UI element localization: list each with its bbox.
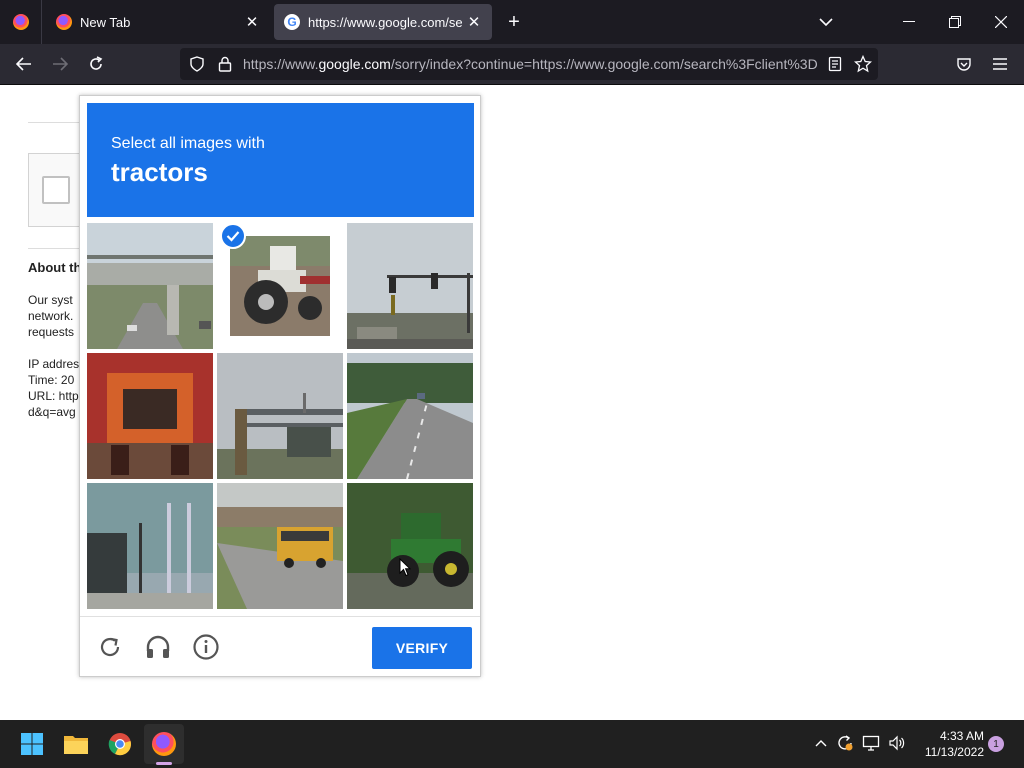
captcha-tile-highway-sign[interactable] [217, 353, 343, 479]
clock[interactable]: 4:33 AM 11/13/2022 [912, 728, 984, 760]
bookmark-star-icon[interactable] [851, 52, 875, 76]
pocket-button[interactable] [950, 50, 978, 78]
clock-date: 11/13/2022 [924, 745, 984, 759]
close-window-button[interactable] [978, 0, 1024, 44]
lock-icon[interactable] [213, 52, 237, 76]
captcha-tile-building[interactable] [87, 483, 213, 609]
captcha-tile-orange-tractor[interactable] [87, 353, 213, 479]
volume-icon[interactable] [886, 732, 908, 754]
page-text-line: Our syst [28, 293, 73, 307]
reload-icon [90, 56, 103, 70]
page-text-line: IP addres [28, 357, 80, 371]
captcha-tile-overpass[interactable] [87, 223, 213, 349]
page-text-line: network. [28, 309, 74, 323]
url-domain: google.com [318, 56, 391, 72]
tracking-protection-icon[interactable] [185, 52, 209, 76]
forward-button[interactable] [46, 50, 74, 78]
network-icon[interactable] [860, 732, 882, 754]
chevron-up-icon [815, 740, 827, 747]
active-app-indicator [156, 762, 172, 765]
file-explorer-icon [64, 736, 88, 754]
captcha-tile-school-bus[interactable] [217, 483, 343, 609]
windows-start-icon [21, 733, 43, 755]
close-tab-icon[interactable]: ✕ [462, 10, 486, 34]
new-tab-button[interactable]: + [500, 8, 528, 36]
forward-arrow-icon [53, 57, 68, 71]
start-button[interactable] [12, 724, 52, 764]
captcha-target-object: tractors [111, 157, 208, 187]
info-icon[interactable] [190, 631, 222, 663]
url-path: /sorry/index?continue=https://www.google… [390, 56, 817, 72]
notification-badge[interactable]: 1 [988, 736, 1004, 752]
reload-button[interactable] [82, 50, 110, 78]
page-text-line: requests [28, 325, 75, 339]
captcha-footer: VERIFY [80, 616, 480, 676]
file-explorer-button[interactable] [56, 724, 96, 764]
taskbar: 4:33 AM 11/13/2022 1 [0, 720, 1024, 768]
selected-check-icon [220, 223, 246, 249]
recaptcha-checkbox[interactable] [42, 176, 70, 204]
navigation-toolbar: https://www.google.com/sorry/index?conti… [0, 44, 1024, 85]
mouse-cursor-icon [399, 557, 412, 582]
sync-tray-icon[interactable] [834, 732, 856, 754]
verify-button[interactable]: VERIFY [372, 627, 472, 669]
google-icon: G [284, 14, 300, 30]
minimize-button[interactable] [886, 0, 932, 44]
page-text-line: URL: http [28, 389, 79, 403]
restore-button[interactable] [932, 0, 978, 44]
captcha-tile-road[interactable] [347, 353, 473, 479]
reload-icon[interactable] [94, 631, 126, 663]
chevron-down-icon [819, 18, 833, 27]
captcha-tile-green-tractor[interactable] [347, 483, 473, 609]
firefox-icon [152, 732, 176, 756]
app-menu-button[interactable] [986, 50, 1014, 78]
back-arrow-icon [16, 57, 31, 71]
reader-view-icon[interactable] [823, 52, 847, 76]
minimize-icon [903, 21, 915, 22]
show-hidden-icons-button[interactable] [810, 732, 832, 754]
captcha-instruction: Select all images with [111, 135, 265, 152]
captcha-tile-traffic-lights[interactable] [347, 223, 473, 349]
firefox-view-button[interactable] [0, 0, 42, 44]
url-prefix: https://www. [243, 56, 319, 72]
tab-bar: New Tab ✕ G https://www.google.com/searc… [0, 0, 1024, 44]
tab-new-tab[interactable]: New Tab ✕ [46, 4, 270, 40]
firefox-icon [56, 14, 72, 30]
url-text[interactable]: https://www.google.com/sorry/index?conti… [243, 56, 817, 72]
headphones-icon[interactable] [142, 631, 174, 663]
back-button[interactable] [10, 50, 38, 78]
tab-label: https://www.google.com/searc [308, 14, 462, 30]
pocket-icon [957, 58, 971, 71]
captcha-challenge-dialog: Select all images with tractors VERIFY [79, 95, 481, 677]
restore-icon [949, 16, 961, 28]
firefox-icon [12, 14, 29, 30]
list-all-tabs-button[interactable] [812, 8, 840, 36]
clock-time: 4:33 AM [939, 729, 984, 743]
chrome-button[interactable] [100, 724, 140, 764]
page-text-line: Time: 20 [28, 373, 75, 387]
about-heading: About th [28, 260, 82, 275]
tab-google[interactable]: G https://www.google.com/searc ✕ [274, 4, 492, 40]
page-text-line: d&q=avg [28, 405, 76, 419]
url-bar[interactable]: https://www.google.com/sorry/index?conti… [180, 48, 878, 80]
captcha-header: Select all images with tractors [87, 103, 474, 217]
close-tab-icon[interactable]: ✕ [240, 10, 264, 34]
tab-label: New Tab [80, 14, 131, 30]
close-icon [995, 16, 1007, 28]
firefox-taskbar-button[interactable] [144, 724, 184, 764]
hamburger-menu-icon [993, 58, 1007, 70]
chrome-icon [108, 733, 131, 756]
